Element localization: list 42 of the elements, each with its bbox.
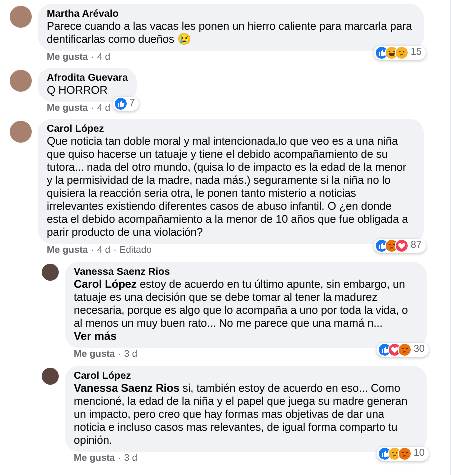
meta-text: Editado [120, 245, 152, 257]
mention-link[interactable]: Carol López [74, 279, 137, 291]
separator-dot: · [118, 349, 122, 361]
like-link[interactable]: Me gusta [74, 349, 116, 361]
commenter-name[interactable]: Afrodita Guevara [47, 72, 128, 85]
reaction-count: 7 [130, 98, 136, 110]
mention-link[interactable]: Vanessa Saenz Rios [74, 383, 180, 395]
commenter-name[interactable]: Martha Arévalo [47, 8, 415, 21]
separator-dot: · [91, 52, 94, 64]
reaction-count: 87 [410, 240, 422, 252]
separator-dot: · [118, 453, 122, 465]
reaction-count: 15 [410, 47, 422, 59]
comment-text: Vanessa Saenz Rios si, también estoy de acuerdo en eso... Como mencioné, la edad de la niña y el papel que juega su madre generan un impacto, pero creo que hay formas mas objetivas de dar una noticia e incluso casos mas relevantes, de igual forma comparto tu opinión. [74, 383, 409, 448]
reaction-summary[interactable]: 10 [376, 447, 429, 461]
comment-text: Q HORROR [47, 85, 109, 98]
meta-text: 3 d [124, 453, 138, 465]
commenter-name[interactable]: Vanessa Saenz Rios [74, 266, 418, 279]
like-link[interactable]: Me gusta [74, 453, 116, 465]
like-link[interactable]: Me gusta [47, 103, 88, 115]
avatar[interactable] [42, 264, 59, 281]
meta-text: 4 d [97, 103, 111, 115]
reaction-summary[interactable]: 30 [376, 343, 429, 357]
like-link[interactable]: Me gusta [47, 52, 88, 64]
see-more-link[interactable]: Ver más [74, 331, 117, 344]
comment-text: Que noticia tan doble moral y mal intencionada,lo que veo es a una niña que quiso hacerse un tatuaje y tiene el debido acompañamiento de su tutora... nada del otro mundo, (quisa lo de impacto es la edad de la menor y la permisividad de la madre, nada más.) seguramente si la niña no lo quisiera la reacción seria otra, le ponen tanto misterio a noticias irrelevantes existiendo diferentes casos de abuso infantil. O ¿en donde esta el debido acompañamiento a la menor de 10 años que fue obligada a parir producto de una violación? [47, 136, 410, 240]
reaction-summary[interactable]: 87 [374, 239, 426, 253]
like-link[interactable]: Me gusta [47, 245, 88, 257]
separator-dot: · [91, 103, 94, 115]
meta-text: 4 d [97, 245, 111, 257]
reaction-summary[interactable]: 15 [374, 46, 426, 60]
meta-text: 4 d [97, 52, 111, 64]
separator-dot: · [91, 245, 94, 257]
reaction-count: 10 [414, 448, 425, 460]
comment-text: Parece cuando a las vacas les ponen un hierro caliente para marcarla para dentificarlas como dueños 😢 [47, 21, 414, 47]
reaction-count: 30 [414, 344, 425, 356]
separator-dot: · [114, 245, 117, 257]
commenter-name[interactable]: Carol López [74, 370, 418, 383]
avatar[interactable] [42, 368, 59, 385]
comment-text: Carol López estoy de acuerdo en tu último apunte, sin embargo, un tatuaje es una decisión que se debe tomar al tener la madurez necesaria, porque es algo que lo acompaña a uno por toda la vida, o al menos un muy buen rato... No me parece que una mamá n... [74, 279, 410, 331]
meta-text: 3 d [124, 349, 138, 361]
reaction-summary[interactable]: 7 [112, 97, 140, 111]
commenter-name[interactable]: Carol López [47, 123, 415, 136]
